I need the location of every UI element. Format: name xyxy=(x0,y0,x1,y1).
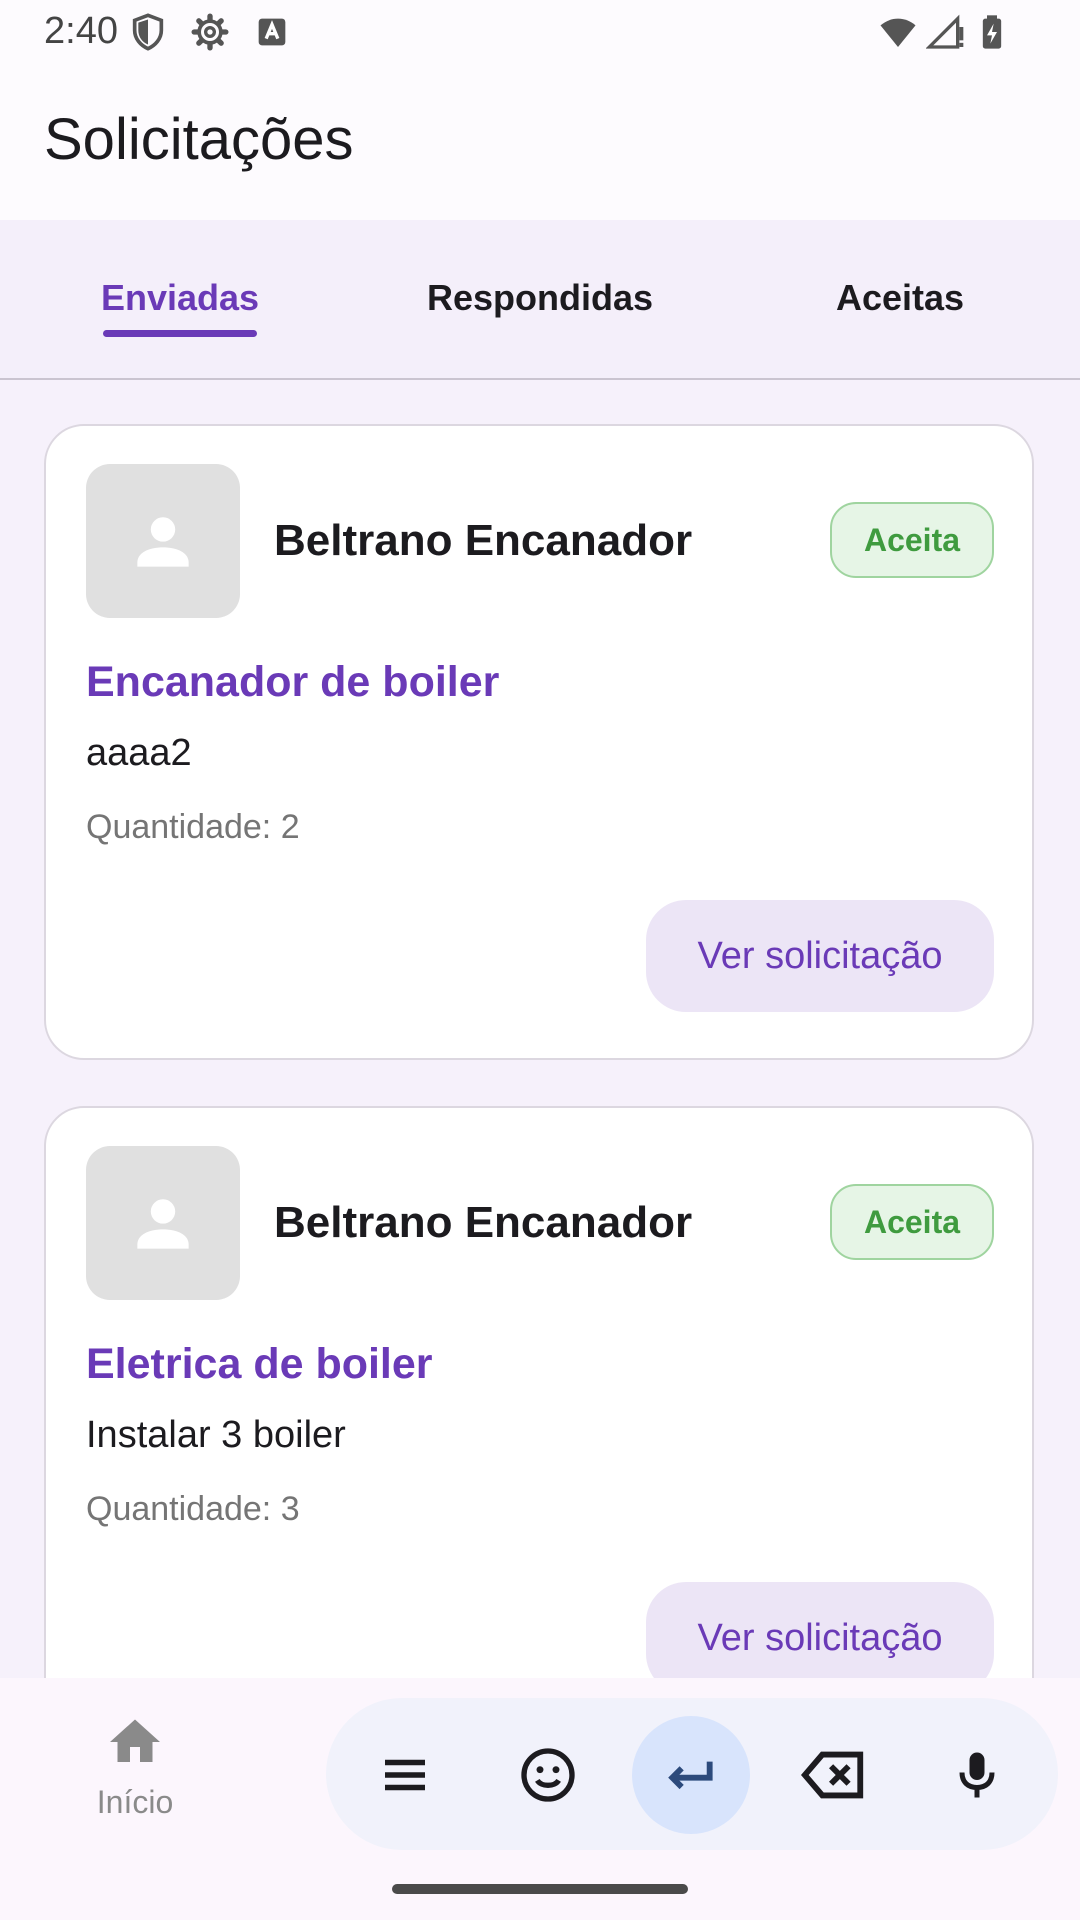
backspace-button[interactable] xyxy=(775,1716,893,1834)
nav-home-label: Início xyxy=(96,1784,174,1820)
backspace-icon xyxy=(800,1751,864,1799)
status-bar: 2:40 xyxy=(0,0,1080,66)
provider-name: Beltrano Encanador xyxy=(274,516,693,565)
service-description: Instalar 3 boiler xyxy=(86,1414,346,1456)
settings-gear-icon xyxy=(191,13,229,51)
service-description: aaaa2 xyxy=(86,732,192,774)
shield-icon xyxy=(132,13,164,51)
microphone-icon xyxy=(959,1752,995,1798)
nav-home[interactable]: Início xyxy=(60,1712,210,1822)
enter-icon xyxy=(668,1761,713,1790)
menu-icon xyxy=(385,1759,425,1791)
request-list[interactable]: Beltrano Encanador Aceita Encanador de b… xyxy=(0,380,1080,1678)
bottom-navigation: Início xyxy=(0,1678,1080,1920)
tab-aceitas[interactable]: Aceitas xyxy=(720,220,1080,376)
tab-enviadas[interactable]: Enviadas xyxy=(0,220,360,376)
wifi-icon xyxy=(880,18,916,47)
tab-bar: Enviadas Respondidas Aceitas xyxy=(0,220,1080,380)
page-title: Solicitações xyxy=(44,107,354,172)
person-icon xyxy=(137,517,189,567)
cellular-signal-icon xyxy=(926,14,964,49)
view-request-button[interactable]: Ver solicitação xyxy=(646,1582,994,1678)
status-badge: Aceita xyxy=(830,502,994,578)
keyboard-notification-icon xyxy=(258,18,286,46)
view-request-button[interactable]: Ver solicitação xyxy=(646,900,994,1012)
avatar xyxy=(86,464,240,618)
avatar xyxy=(86,1146,240,1300)
quantity-label: Quantidade: 2 xyxy=(86,808,300,846)
gesture-home-handle[interactable] xyxy=(392,1884,688,1894)
active-tab-indicator xyxy=(103,330,257,337)
request-card: Beltrano Encanador Aceita Encanador de b… xyxy=(44,424,1034,1060)
app-bar: Solicitações xyxy=(0,66,1080,220)
request-card: Beltrano Encanador Aceita Eletrica de bo… xyxy=(44,1106,1034,1678)
status-time: 2:40 xyxy=(44,10,118,52)
person-icon xyxy=(137,1199,189,1249)
status-badge: Aceita xyxy=(830,1184,994,1260)
emoji-icon xyxy=(521,1748,575,1802)
emoji-button[interactable] xyxy=(489,1716,607,1834)
enter-button[interactable] xyxy=(632,1716,750,1834)
keyboard-toolbar xyxy=(326,1698,1058,1850)
tab-respondidas[interactable]: Respondidas xyxy=(360,220,720,376)
service-title: Encanador de boiler xyxy=(86,658,500,706)
home-icon xyxy=(110,1719,160,1762)
microphone-button[interactable] xyxy=(918,1716,1036,1834)
provider-name: Beltrano Encanador xyxy=(274,1198,693,1247)
service-title: Eletrica de boiler xyxy=(86,1340,433,1388)
quantity-label: Quantidade: 3 xyxy=(86,1490,300,1528)
battery-charging-icon xyxy=(982,15,1002,49)
menu-button[interactable] xyxy=(346,1716,464,1834)
